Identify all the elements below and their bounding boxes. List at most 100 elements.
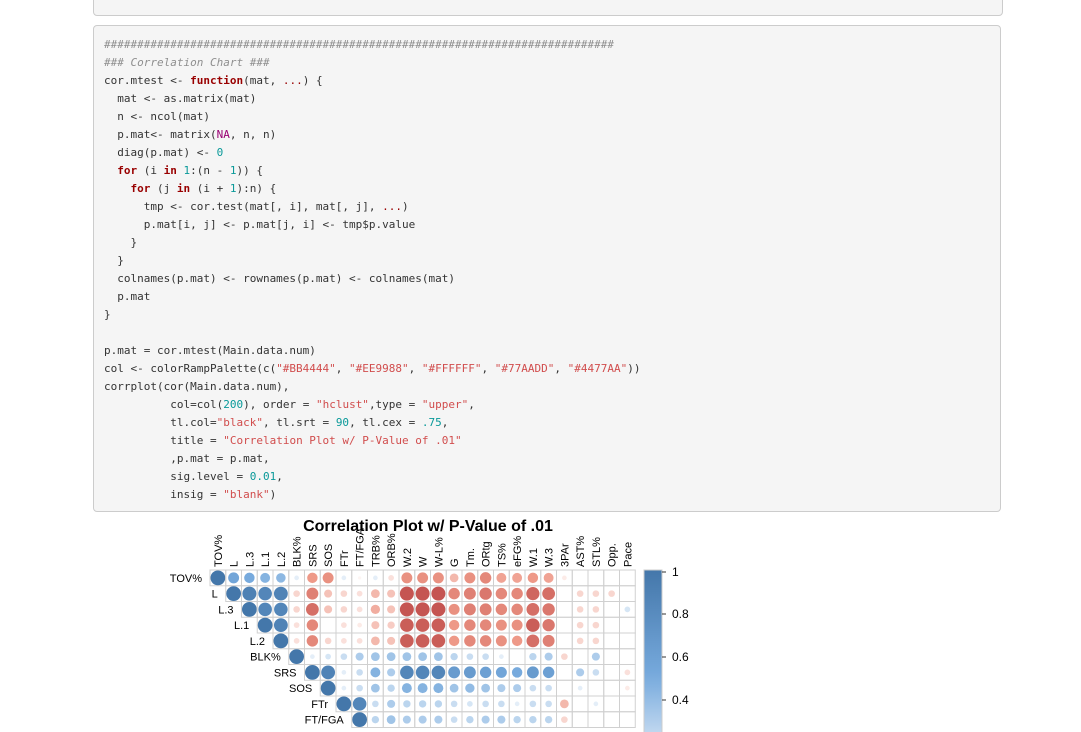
row-label: L.2 bbox=[250, 636, 265, 648]
correlation-circle bbox=[514, 701, 520, 707]
grid-cell bbox=[619, 711, 636, 728]
code-line: p.mat = cor.mtest(Main.data.num) bbox=[104, 344, 316, 357]
correlation-circle bbox=[482, 700, 489, 708]
code-token: tmp <- cor.test(mat[, i], mat[, j], bbox=[104, 200, 383, 213]
correlation-circle bbox=[324, 589, 333, 598]
correlation-circle bbox=[371, 683, 380, 693]
grid-cell bbox=[603, 616, 620, 634]
correlation-circle bbox=[448, 635, 460, 647]
row-label: L.1 bbox=[234, 620, 249, 632]
colorbar-tick-label: 0.6 bbox=[672, 650, 689, 664]
code-token: , bbox=[481, 362, 495, 375]
correlation-circle bbox=[562, 575, 567, 581]
correlation-circle bbox=[466, 715, 474, 724]
correlation-circle bbox=[341, 638, 347, 644]
column-label: L bbox=[229, 561, 241, 567]
correlation-circle bbox=[387, 605, 396, 614]
grid-cell bbox=[587, 679, 605, 697]
grid-cell bbox=[619, 585, 636, 602]
correlation-circle bbox=[356, 606, 363, 613]
correlation-circle bbox=[592, 637, 600, 645]
code-token: :(n - bbox=[190, 164, 230, 177]
code-token: , bbox=[441, 416, 449, 429]
correlation-circle bbox=[511, 635, 523, 647]
correlation-circle bbox=[370, 604, 381, 615]
column-label: L.3 bbox=[244, 552, 256, 567]
column-label: TRB% bbox=[370, 535, 382, 567]
correlation-circle bbox=[449, 573, 459, 583]
correlation-plot-figure: TOV% L L.3 L.1 L.2 BLK% SRS SOS FTr FT/FGA TRB% ORB… bbox=[0, 514, 1081, 732]
code-line: insig = "blank") bbox=[104, 488, 276, 501]
code-token: (i + bbox=[190, 182, 230, 195]
r-source-code: ########################################… bbox=[104, 36, 640, 504]
grid-cell bbox=[571, 648, 589, 665]
correlation-circle bbox=[497, 684, 506, 693]
code-line: mat <- as.matrix(mat) bbox=[104, 92, 256, 105]
column-label: W bbox=[418, 556, 430, 567]
correlation-circle bbox=[542, 666, 555, 679]
code-line: } bbox=[104, 236, 137, 249]
column-label: Tm. bbox=[465, 548, 477, 567]
correlation-circle bbox=[293, 590, 300, 597]
correlation-circle bbox=[306, 619, 319, 631]
correlation-circle bbox=[371, 621, 380, 630]
correlation-circle bbox=[576, 637, 584, 645]
row-label: BLK% bbox=[250, 652, 281, 664]
correlation-circle bbox=[434, 700, 443, 708]
correlation-circle bbox=[593, 701, 599, 707]
correlation-circle bbox=[527, 572, 539, 584]
correlation-circle bbox=[545, 700, 552, 708]
code-line: ### Correlation Chart ### bbox=[104, 56, 270, 69]
correlation-circle bbox=[415, 618, 430, 632]
code-token: p.mat = cor.mtest(Main.data.num) bbox=[104, 344, 316, 357]
correlation-circle bbox=[399, 602, 414, 617]
code-line: tmp <- cor.test(mat[, i], mat[, j], ...) bbox=[104, 200, 409, 213]
grid-cell bbox=[556, 632, 573, 650]
correlation-circle bbox=[544, 652, 553, 661]
code-token: colnames(p.mat) <- rownames(p.mat) <- co… bbox=[104, 272, 455, 285]
correlation-circle bbox=[242, 586, 257, 601]
correlation-circle bbox=[431, 665, 446, 680]
correlation-circle bbox=[341, 622, 347, 628]
correlation-circle bbox=[513, 715, 521, 724]
code-token: "#77AADD" bbox=[494, 362, 555, 375]
correlation-circle bbox=[526, 602, 540, 616]
correlation-circle bbox=[226, 586, 241, 601]
code-token: (mat, bbox=[243, 74, 283, 87]
correlation-circle bbox=[592, 669, 600, 676]
correlation-circle bbox=[576, 590, 584, 597]
correlation-circle bbox=[293, 622, 300, 628]
correlation-circle bbox=[400, 634, 414, 648]
code-token: "#BB4444" bbox=[276, 362, 336, 375]
code-line: ,p.mat = p.mat, bbox=[104, 452, 269, 465]
correlation-circle bbox=[479, 666, 492, 679]
code-token: ):n) { bbox=[236, 182, 277, 195]
correlation-circle bbox=[592, 606, 600, 613]
correlation-circle bbox=[293, 606, 300, 613]
correlation-circle bbox=[529, 700, 537, 708]
code-line: corrplot(cor(Main.data.num), bbox=[104, 380, 289, 393]
grid-cell bbox=[603, 632, 620, 650]
correlation-circle bbox=[400, 665, 414, 680]
correlation-circle bbox=[464, 572, 476, 584]
correlation-circle bbox=[624, 606, 631, 613]
correlation-circle bbox=[336, 696, 352, 712]
code-token: 0 bbox=[216, 146, 224, 159]
grid-cell bbox=[571, 695, 589, 713]
grid-cell bbox=[319, 616, 337, 634]
correlation-circle bbox=[511, 619, 523, 631]
code-token: p.mat bbox=[104, 290, 151, 303]
code-token: diag(p.mat) <- bbox=[104, 146, 217, 159]
correlation-circle bbox=[324, 605, 333, 614]
correlation-circle bbox=[481, 683, 490, 693]
correlation-circle bbox=[340, 606, 348, 613]
correlation-circle bbox=[293, 638, 300, 644]
row-label: L bbox=[212, 589, 218, 601]
correlation-circle bbox=[387, 699, 396, 708]
correlation-circle bbox=[463, 603, 476, 616]
grid-cell bbox=[556, 616, 573, 634]
code-line: tl.col="black", tl.srt = 90, tl.cex = .7… bbox=[104, 416, 448, 429]
correlation-circle bbox=[307, 572, 318, 584]
